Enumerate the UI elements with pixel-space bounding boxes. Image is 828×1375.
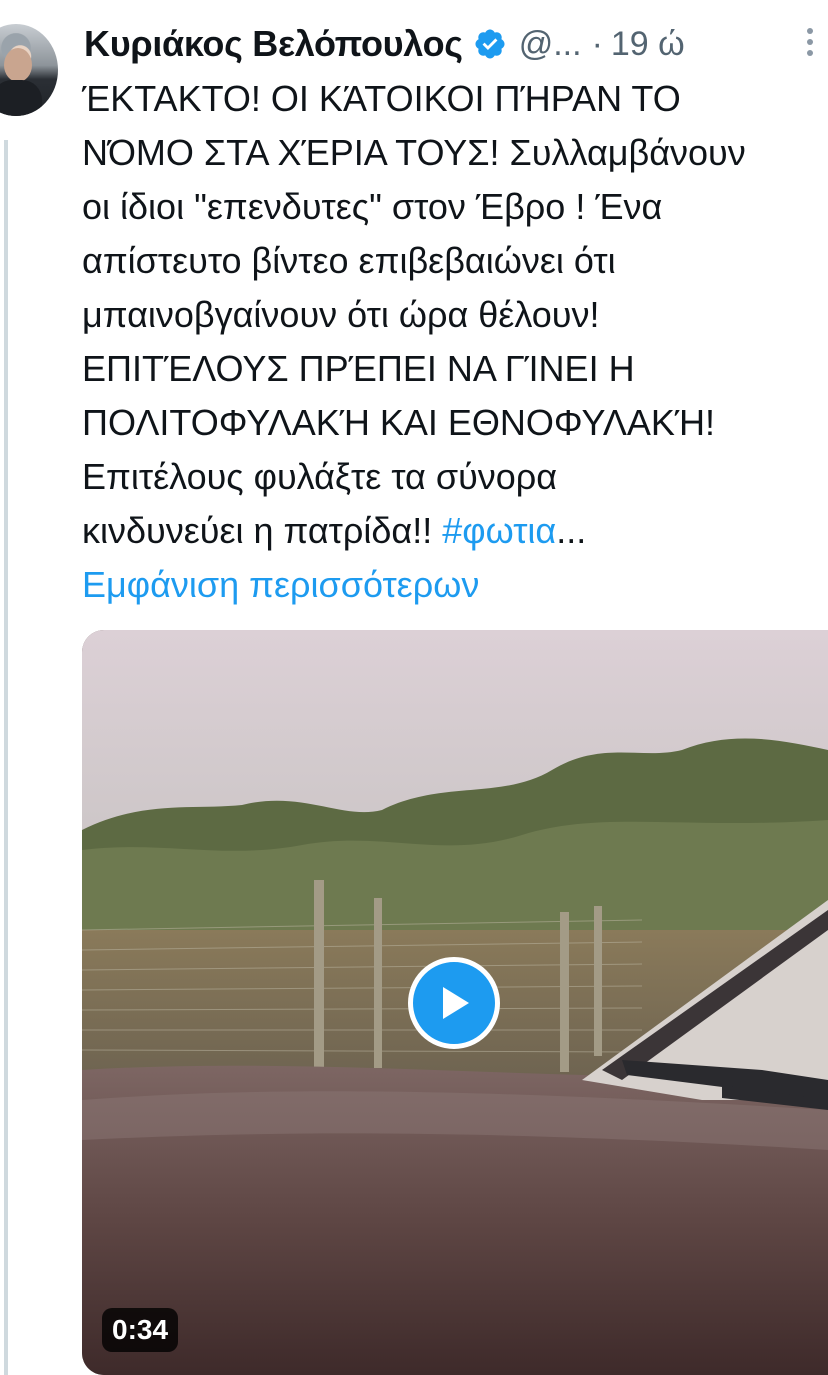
tweet-text-line: ΝΌΜΟ ΣΤΑ ΧΈΡΙΑ ΤΟΥΣ! Συλλαμβάνουν xyxy=(82,132,746,173)
tweet-text-line-last: κινδυνεύει η πατρίδα!! #φωτια... xyxy=(82,504,822,558)
tweet-text-line: ΕΠΙΤΈΛΟΥΣ ΠΡΈΠΕΙ ΝΑ ΓΊΝΕΙ Η xyxy=(82,348,635,389)
tweet-card[interactable]: Κυριάκος Βελόπουλος @... · 19 ώ ΈΚΤΑΚΤΟ!… xyxy=(0,0,828,1375)
more-options-icon[interactable] xyxy=(806,28,814,62)
tweet-text-line: ΈΚΤΑΚΤΟ! ΟΙ ΚΆΤΟΙΚΟΙ ΠΉΡΑΝ ΤΟ xyxy=(82,78,681,119)
avatar[interactable] xyxy=(0,24,58,116)
author-name[interactable]: Κυριάκος Βελόπουλος xyxy=(84,23,463,65)
tweet-text: ΈΚΤΑΚΤΟ! ΟΙ ΚΆΤΟΙΚΟΙ ΠΉΡΑΝ ΤΟ ΝΌΜΟ ΣΤΑ Χ… xyxy=(82,72,822,612)
tweet-text-line: ΠΟΛΙΤΟΦΥΛΑΚΉ ΚΑΙ ΕΘΝΟΦΥΛΑΚΉ! xyxy=(82,402,716,443)
video-player[interactable]: 0:34 xyxy=(82,630,828,1375)
thread-line xyxy=(4,140,8,1375)
tweet-timestamp[interactable]: 19 ώ xyxy=(611,25,685,64)
tweet-text-line: απίστευτο βίντεο επιβεβαιώνει ότι xyxy=(82,240,616,281)
tweet-text-line: οι ίδιοι "επενδυτες" στον Έβρο ! Ένα xyxy=(82,186,663,227)
tweet-text-fragment: κινδυνεύει η πατρίδα!! xyxy=(82,510,443,551)
author-handle[interactable]: @... xyxy=(519,25,582,64)
verified-badge-icon xyxy=(475,29,505,59)
ellipsis: ... xyxy=(556,510,587,551)
play-button[interactable] xyxy=(408,957,500,1049)
tweet-header: Κυριάκος Βελόπουλος @... · 19 ώ xyxy=(84,18,685,70)
tweet-text-line: μπαινοβγαίνουν ότι ώρα θέλουν! xyxy=(82,294,600,335)
show-more-link[interactable]: Εμφάνιση περισσότερων xyxy=(82,558,822,612)
play-icon xyxy=(443,987,469,1019)
hashtag-link[interactable]: #φωτια xyxy=(442,510,556,551)
video-duration-badge: 0:34 xyxy=(102,1308,179,1352)
separator-dot: · xyxy=(591,24,603,63)
tweet-text-line: Επιτέλους φυλάξτε τα σύνορα xyxy=(82,456,558,497)
